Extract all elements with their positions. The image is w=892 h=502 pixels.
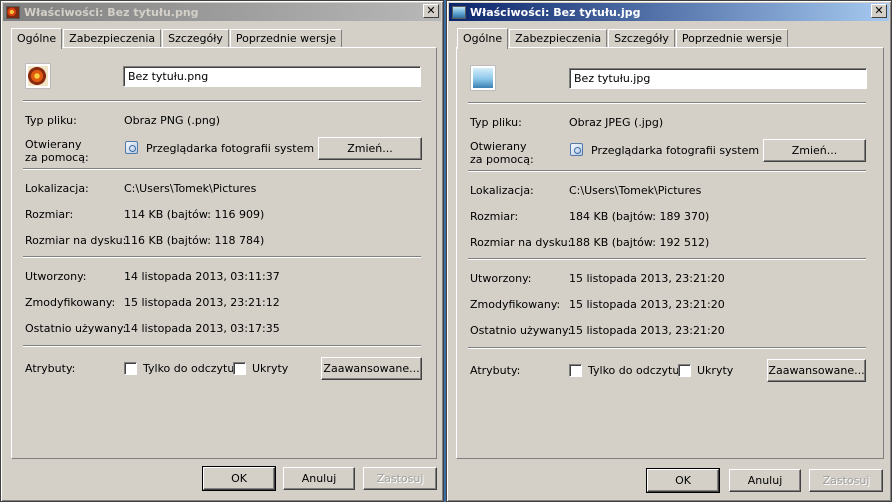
opens-with-value: Przeglądarka fotografii systemu Wi (591, 144, 759, 157)
attributes-label: Atrybuty: (470, 364, 521, 377)
location-label: Lokalizacja: (470, 184, 534, 197)
png-image-icon (25, 63, 51, 89)
accessed-label: Ostatnio używany: (470, 324, 572, 337)
modified-label: Zmodyfikowany: (25, 296, 116, 309)
divider (23, 168, 421, 170)
divider (468, 170, 866, 172)
readonly-label[interactable]: Tylko do odczytu (588, 364, 679, 377)
png-image-icon (6, 5, 20, 19)
readonly-checkbox[interactable] (569, 364, 582, 377)
file-type-value: Obraz PNG (.png) (124, 114, 221, 127)
readonly-checkbox[interactable] (124, 362, 137, 375)
window-title: Właściwości: Bez tytułu.png (24, 5, 199, 19)
modified-label: Zmodyfikowany: (470, 298, 561, 311)
created-value: 14 listopada 2013, 03:11:37 (124, 270, 280, 283)
accessed-label: Ostatnio używany: (25, 322, 127, 335)
location-label: Lokalizacja: (25, 182, 89, 195)
accessed-value: 14 listopada 2013, 03:17:35 (124, 322, 280, 335)
hidden-label[interactable]: Ukryty (252, 362, 288, 375)
close-icon[interactable]: ✕ (423, 4, 439, 18)
general-tab-panel (11, 47, 437, 459)
change-button[interactable]: Zmień... (318, 137, 422, 160)
window-titlebar[interactable]: Właściwości: Bez tytułu.jpg ✕ (449, 3, 889, 21)
tab-general[interactable]: Ogólne (457, 28, 509, 49)
size-label: Rozmiar: (470, 210, 519, 223)
png-properties-window: Właściwości: Bez tytułu.png ✕ Ogólne Zab… (0, 0, 444, 502)
accessed-value: 15 listopada 2013, 23:21:20 (569, 324, 725, 337)
modified-value: 15 listopada 2013, 23:21:20 (569, 298, 725, 311)
cancel-button[interactable]: Anuluj (729, 469, 801, 492)
size-label: Rozmiar: (25, 208, 74, 221)
photo-viewer-icon (570, 143, 583, 156)
disk-size-label: Rozmiar na dysku: (470, 236, 572, 249)
tab-previous-versions[interactable]: Poprzednie wersje (675, 29, 788, 48)
divider (468, 102, 866, 104)
hidden-checkbox[interactable] (233, 362, 246, 375)
ok-button[interactable]: OK (202, 466, 276, 491)
opens-with-label: Otwierany (25, 138, 82, 151)
divider (468, 258, 866, 260)
location-value: C:\Users\Tomek\Pictures (124, 182, 257, 195)
file-name-field[interactable]: Bez tytułu.png (123, 66, 421, 87)
cancel-button[interactable]: Anuluj (283, 467, 355, 490)
apply-button[interactable]: Zastosuj (363, 467, 437, 490)
tab-security[interactable]: Zabezpieczenia (509, 29, 608, 48)
size-value: 114 KB (bajtów: 116 909) (124, 208, 265, 221)
general-tab-panel (456, 47, 884, 459)
divider (23, 256, 421, 258)
jpeg-image-icon (470, 65, 496, 91)
file-type-label: Typ pliku: (470, 116, 522, 129)
attributes-label: Atrybuty: (25, 362, 76, 375)
tab-details[interactable]: Szczegóły (608, 29, 675, 48)
advanced-button[interactable]: Zaawansowane... (321, 357, 422, 380)
tab-details[interactable]: Szczegóły (162, 29, 229, 48)
divider (23, 100, 421, 102)
ok-button[interactable]: OK (646, 468, 720, 493)
opens-with-label: za pomocą: (25, 151, 89, 164)
location-value: C:\Users\Tomek\Pictures (569, 184, 702, 197)
file-name-field[interactable]: Bez tytułu.jpg (569, 68, 867, 89)
divider (468, 347, 866, 349)
change-button[interactable]: Zmień... (763, 139, 866, 162)
opens-with-label: Otwierany (470, 140, 527, 153)
tab-strip: Ogólne Zabezpieczenia Szczegóły Poprzedn… (11, 27, 343, 49)
apply-button[interactable]: Zastosuj (809, 469, 883, 492)
window-titlebar[interactable]: Właściwości: Bez tytułu.png ✕ (3, 3, 441, 21)
divider (23, 345, 421, 347)
readonly-label[interactable]: Tylko do odczytu (143, 362, 234, 375)
created-label: Utworzony: (470, 272, 532, 285)
close-icon[interactable]: ✕ (871, 4, 887, 18)
jpg-properties-window: Właściwości: Bez tytułu.jpg ✕ Ogólne Zab… (446, 0, 892, 502)
tab-strip: Ogólne Zabezpieczenia Szczegóły Poprzedn… (457, 27, 789, 49)
photo-viewer-icon (125, 141, 138, 154)
tab-previous-versions[interactable]: Poprzednie wersje (229, 29, 342, 48)
hidden-label[interactable]: Ukryty (697, 364, 733, 377)
jpeg-image-icon (452, 5, 466, 19)
opens-with-label: za pomocą: (470, 153, 534, 166)
disk-size-value: 116 KB (bajtów: 118 784) (124, 234, 265, 247)
disk-size-value: 188 KB (bajtów: 192 512) (569, 236, 710, 249)
created-value: 15 listopada 2013, 23:21:20 (569, 272, 725, 285)
hidden-checkbox[interactable] (678, 364, 691, 377)
tab-general[interactable]: Ogólne (11, 28, 63, 49)
file-type-value: Obraz JPEG (.jpg) (569, 116, 664, 129)
size-value: 184 KB (bajtów: 189 370) (569, 210, 710, 223)
file-type-label: Typ pliku: (25, 114, 77, 127)
advanced-button[interactable]: Zaawansowane... (767, 359, 866, 382)
disk-size-label: Rozmiar na dysku: (25, 234, 127, 247)
window-title: Właściwości: Bez tytułu.jpg (470, 5, 641, 19)
tab-security[interactable]: Zabezpieczenia (63, 29, 162, 48)
modified-value: 15 listopada 2013, 23:21:12 (124, 296, 280, 309)
opens-with-value: Przeglądarka fotografii systemu Wi (146, 142, 314, 155)
created-label: Utworzony: (25, 270, 87, 283)
